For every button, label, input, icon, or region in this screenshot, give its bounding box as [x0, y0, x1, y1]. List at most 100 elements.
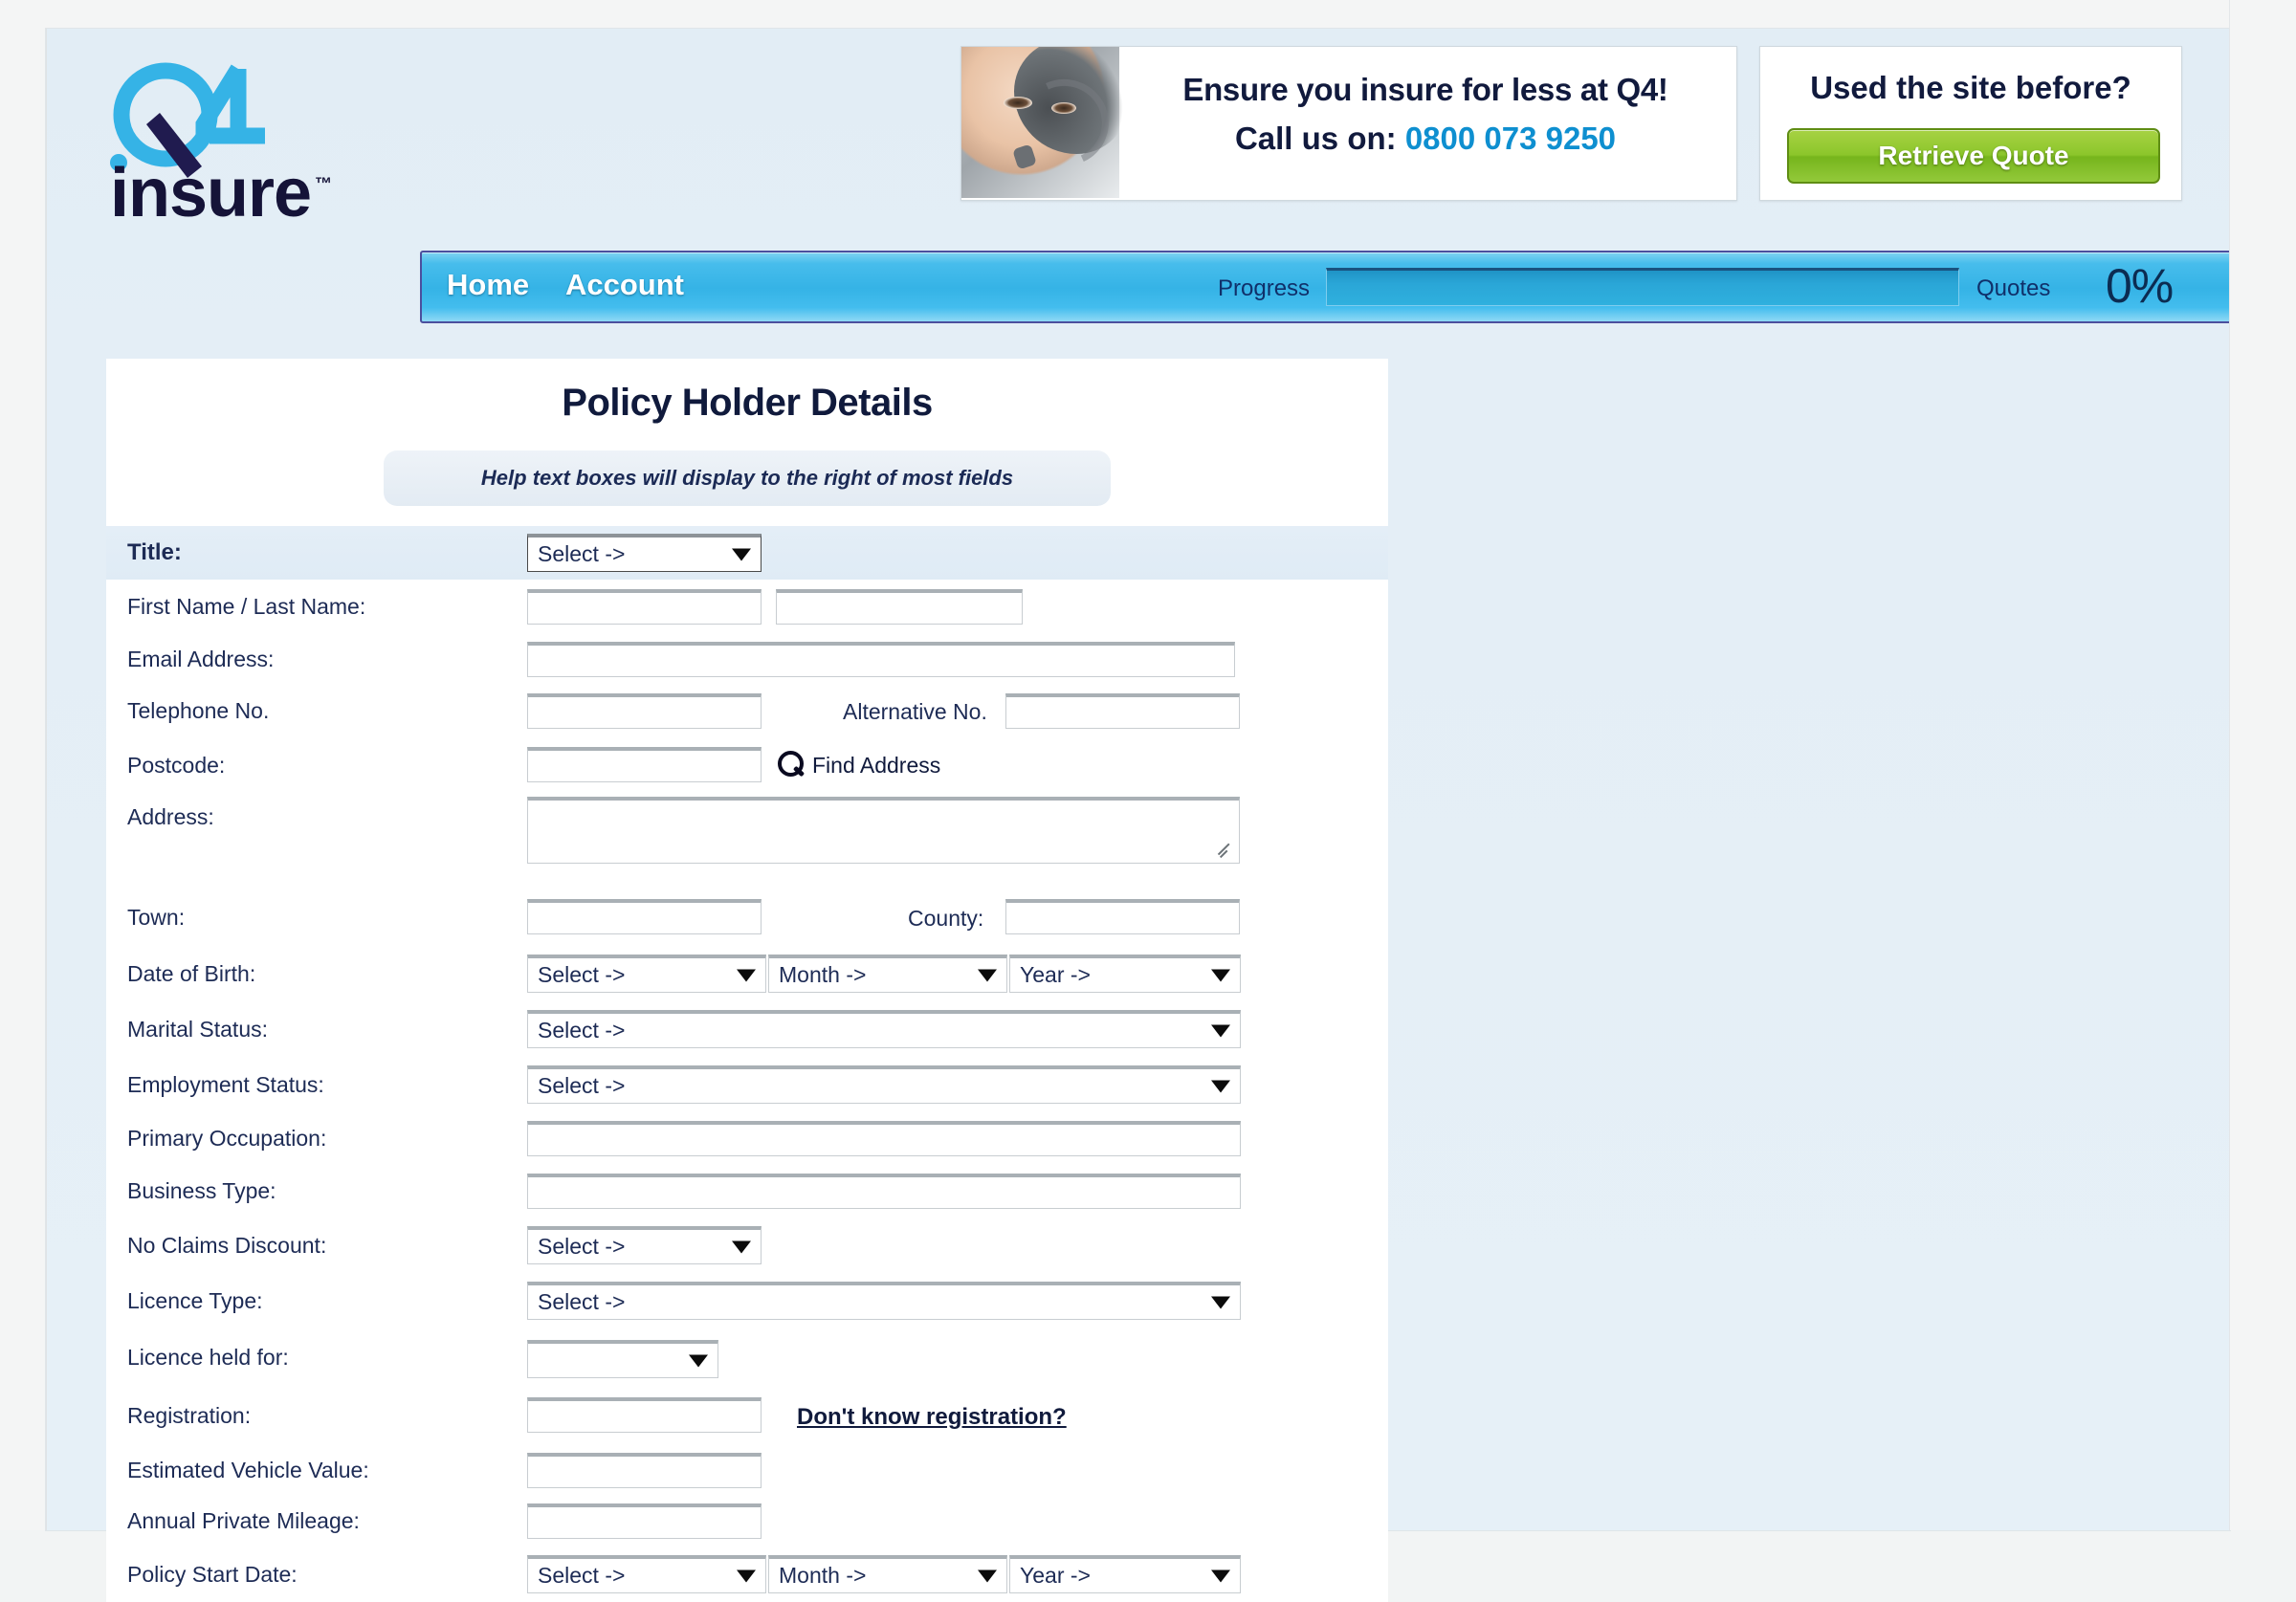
policy-start-year-value: Year -> — [1020, 1563, 1091, 1588]
dont-know-registration-link[interactable]: Don't know registration? — [797, 1404, 1067, 1431]
employment-status-select[interactable]: Select -> — [527, 1065, 1241, 1104]
address-textarea[interactable] — [527, 797, 1240, 864]
label-no-claims-discount: No Claims Discount: — [127, 1232, 327, 1258]
help-text-banner: Help text boxes will display to the righ… — [384, 450, 1111, 506]
find-address-label: Find Address — [812, 752, 941, 778]
label-marital-status: Marital Status: — [127, 1016, 268, 1042]
licence-type-select[interactable]: Select -> — [527, 1282, 1241, 1320]
form-row-business-type: Business Type: — [106, 1165, 1388, 1218]
dob-year-select[interactable]: Year -> — [1009, 955, 1241, 993]
main-navigation-bar: Home Account Progress Quotes 0% — [420, 251, 2241, 323]
last-name-input[interactable] — [776, 589, 1023, 625]
right-gutter — [2229, 0, 2296, 1530]
form-row-licence-held-for: Licence held for: — [106, 1328, 1388, 1386]
retrieve-quote-box: Used the site before? Retrieve Quote — [1759, 46, 2182, 201]
promo-banner: Ensure you insure for less at Q4! Call u… — [960, 46, 1737, 201]
chevron-down-icon — [1211, 1569, 1230, 1582]
label-date-of-birth: Date of Birth: — [127, 960, 256, 986]
label-title: Title: — [127, 539, 182, 565]
label-licence-held-for: Licence held for: — [127, 1344, 289, 1370]
label-email-address: Email Address: — [127, 647, 275, 671]
chevron-down-icon — [1211, 1080, 1230, 1092]
quotes-label: Quotes — [1976, 275, 2051, 301]
form-row-name: First Name / Last Name: — [106, 580, 1388, 634]
help-text-banner-label: Help text boxes will display to the righ… — [480, 466, 1014, 490]
form-row-telephone: Telephone No. Alternative No. — [106, 685, 1388, 737]
form-row-no-claims-discount: No Claims Discount: Select -> — [106, 1218, 1388, 1273]
retrieve-quote-heading: Used the site before? — [1810, 70, 2131, 105]
label-telephone-no: Telephone No. — [127, 698, 270, 723]
licence-type-value: Select -> — [538, 1289, 626, 1314]
form-row-postcode: Postcode: Find Address — [106, 737, 1388, 793]
business-type-input[interactable] — [527, 1174, 1241, 1209]
chevron-down-icon — [737, 1569, 756, 1582]
form-row-primary-occupation: Primary Occupation: — [106, 1112, 1388, 1165]
form-row-marital-status: Marital Status: Select -> — [106, 1001, 1388, 1057]
chevron-down-icon — [737, 969, 756, 981]
label-policy-start-date: Policy Start Date: — [127, 1561, 298, 1587]
policy-start-month-value: Month -> — [779, 1563, 867, 1588]
town-input[interactable] — [527, 899, 762, 934]
label-registration: Registration: — [127, 1402, 252, 1428]
policy-start-year-select[interactable]: Year -> — [1009, 1555, 1241, 1593]
label-licence-type: Licence Type: — [127, 1287, 263, 1313]
promo-headline: Ensure you insure for less at Q4! — [1182, 72, 1668, 107]
telephone-input[interactable] — [527, 693, 762, 729]
chevron-down-icon — [1211, 1024, 1230, 1037]
dob-month-value: Month -> — [779, 962, 867, 987]
form-row-employment-status: Employment Status: Select -> — [106, 1057, 1388, 1112]
primary-occupation-input[interactable] — [527, 1121, 1241, 1156]
county-input[interactable] — [1005, 899, 1240, 934]
label-first-last-name: First Name / Last Name: — [127, 594, 366, 619]
retrieve-quote-button[interactable]: Retrieve Quote — [1787, 128, 2160, 184]
promo-call-line: Call us on: 0800 073 9250 — [1129, 121, 1722, 157]
chevron-down-icon — [1211, 1296, 1230, 1308]
marital-status-value: Select -> — [538, 1018, 626, 1042]
registration-input[interactable] — [527, 1397, 762, 1433]
promo-call-prefix: Call us on: — [1234, 121, 1397, 156]
no-claims-discount-select[interactable]: Select -> — [527, 1226, 762, 1264]
first-name-input[interactable] — [527, 589, 762, 625]
progress-bar — [1326, 268, 1959, 306]
no-claims-discount-value: Select -> — [538, 1234, 626, 1259]
label-postcode: Postcode: — [127, 752, 226, 778]
svg-text:™: ™ — [315, 174, 332, 193]
alternative-no-input[interactable] — [1005, 693, 1240, 729]
find-address-button[interactable]: Find Address — [776, 751, 940, 779]
policy-start-month-select[interactable]: Month -> — [768, 1555, 1007, 1593]
marital-status-select[interactable]: Select -> — [527, 1010, 1241, 1048]
chevron-down-icon — [1211, 969, 1230, 981]
chevron-down-icon — [732, 1240, 751, 1253]
q4-insure-logo[interactable]: insure ™ — [97, 55, 384, 228]
form-row-title: Title: Select -> — [106, 526, 1388, 580]
employment-status-value: Select -> — [538, 1073, 626, 1098]
policy-start-day-select[interactable]: Select -> — [527, 1555, 766, 1593]
promo-text: Ensure you insure for less at Q4! Call u… — [1129, 72, 1722, 157]
dob-year-value: Year -> — [1020, 962, 1091, 987]
form-row-town: Town: County: — [106, 889, 1388, 946]
form-row-licence-type: Licence Type: Select -> — [106, 1273, 1388, 1328]
label-primary-occupation: Primary Occupation: — [127, 1126, 327, 1151]
title-select[interactable]: Select -> — [527, 534, 762, 572]
content-panel: Policy Holder Details Help text boxes wi… — [106, 359, 1388, 1602]
chevron-down-icon — [978, 969, 997, 981]
promo-phone-number[interactable]: 0800 073 9250 — [1405, 121, 1616, 156]
postcode-input[interactable] — [527, 747, 762, 782]
dob-day-select[interactable]: Select -> — [527, 955, 766, 993]
site-body: insure ™ Ensure you insure for less at Q… — [46, 29, 2241, 1602]
progress-percentage: 0% — [2106, 259, 2174, 313]
nav-item-home[interactable]: Home — [447, 268, 529, 302]
nav-item-account[interactable]: Account — [565, 268, 684, 302]
estimated-vehicle-value-input[interactable] — [527, 1453, 762, 1488]
svg-text:insure: insure — [110, 155, 311, 228]
app-root: insure ™ Ensure you insure for less at Q… — [0, 0, 2296, 1602]
policy-holder-form: Title: Select -> First Name / Last Name:… — [106, 526, 1388, 1602]
form-row-annual-private-mileage: Annual Private Mileage: — [106, 1496, 1388, 1547]
email-address-input[interactable] — [527, 642, 1235, 677]
annual-private-mileage-input[interactable] — [527, 1503, 762, 1539]
form-row-policy-start-date: Policy Start Date: Select -> Month -> Ye… — [106, 1547, 1388, 1602]
licence-held-for-select[interactable] — [527, 1340, 718, 1378]
dob-month-select[interactable]: Month -> — [768, 955, 1007, 993]
search-icon — [776, 751, 806, 779]
policy-start-day-value: Select -> — [538, 1563, 626, 1588]
